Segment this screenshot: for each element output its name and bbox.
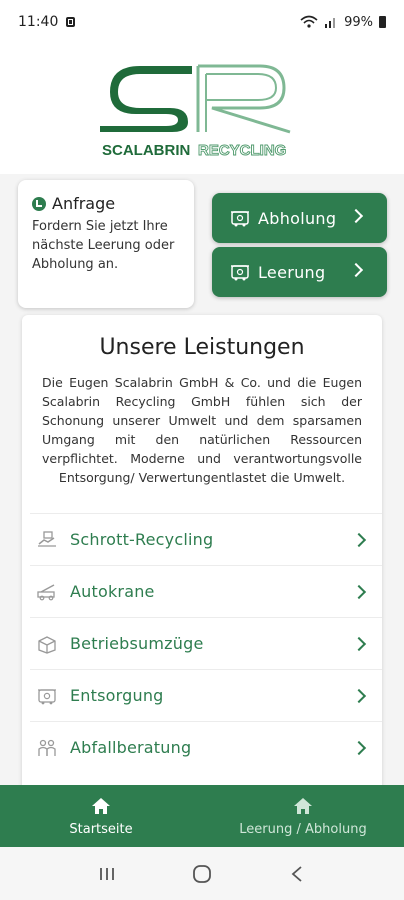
service-item-abfallberatung[interactable]: Abfallberatung	[30, 721, 382, 773]
recent-apps-icon	[100, 867, 115, 880]
app-header: SCALABRIN RECYCLING	[0, 44, 404, 174]
info-check-icon	[32, 196, 46, 211]
chevron-right-icon	[351, 740, 367, 756]
system-nav-bar	[0, 847, 404, 900]
chevron-right-icon	[348, 262, 364, 278]
services-title: Unsere Leistungen	[99, 335, 305, 360]
service-label: Autokrane	[70, 582, 155, 601]
consulting-people-icon	[38, 739, 56, 756]
company-logo: SCALABRIN RECYCLING	[100, 64, 291, 159]
chevron-right-icon	[351, 584, 367, 600]
request-card-header: Anfrage	[32, 194, 180, 213]
abholung-label: Abholung	[258, 208, 337, 228]
battery-percent: 99%	[344, 14, 373, 30]
logo-text-right: RECYCLING	[198, 142, 286, 159]
wifi-icon	[300, 15, 318, 28]
chevron-right-icon	[351, 532, 367, 548]
box-icon	[38, 635, 56, 654]
logo-text-left: SCALABRIN	[102, 142, 190, 159]
sim-icon	[66, 17, 76, 27]
request-card: Anfrage Fordern Sie jetzt Ihre nächste L…	[18, 180, 194, 308]
status-bar: 11:40 99%	[0, 0, 404, 44]
service-item-schrott-recycling[interactable]: Schrott-Recycling	[30, 513, 382, 565]
chevron-right-icon	[351, 688, 367, 704]
service-item-entsorgung[interactable]: Entsorgung	[30, 669, 382, 721]
nav-item-leerung-abholung[interactable]: Leerung / Abholung	[202, 785, 404, 847]
nav-item-startseite[interactable]: Startseite	[0, 785, 202, 847]
bin-icon	[231, 265, 249, 281]
request-card-text: Fordern Sie jetzt Ihre nächste Leerung o…	[32, 219, 175, 272]
bin-icon	[38, 688, 56, 704]
recent-apps-button[interactable]	[95, 862, 119, 886]
home-icon	[294, 797, 312, 814]
home-icon	[92, 797, 110, 814]
service-item-autokrane[interactable]: Autokrane	[30, 565, 382, 617]
home-system-button[interactable]	[190, 862, 214, 886]
crane-truck-icon	[37, 583, 55, 600]
status-left: 11:40	[18, 14, 76, 30]
abholung-button[interactable]: Abholung	[212, 193, 387, 243]
recycling-hand-icon	[38, 530, 56, 547]
leerung-button[interactable]: Leerung	[212, 247, 387, 297]
bottom-nav: Startseite Leerung / Abholung	[0, 785, 404, 847]
service-label: Betriebsumzüge	[70, 634, 204, 653]
chevron-right-icon	[351, 636, 367, 652]
nav-label: Startseite	[69, 821, 133, 837]
services-card: Unsere Leistungen Die Eugen Scalabrin Gm…	[22, 315, 382, 795]
service-label: Abfallberatung	[70, 738, 192, 757]
leerung-label: Leerung	[258, 262, 326, 282]
nav-label: Leerung / Abholung	[239, 821, 367, 837]
services-list: Schrott-Recycling Autokrane Betriebsumzü…	[30, 513, 382, 773]
bin-icon	[231, 211, 249, 227]
clock: 11:40	[18, 14, 59, 30]
service-label: Schrott-Recycling	[70, 530, 214, 549]
status-right: 99%	[300, 15, 386, 30]
request-card-title: Anfrage	[52, 194, 116, 213]
back-chevron-icon	[291, 865, 302, 882]
services-description: Die Eugen Scalabrin GmbH & Co. und die E…	[42, 375, 362, 485]
service-label: Entsorgung	[70, 686, 164, 705]
battery-icon	[379, 16, 386, 28]
signal-icon	[325, 18, 336, 28]
chevron-right-icon	[348, 208, 364, 224]
service-item-betriebsumzuege[interactable]: Betriebsumzüge	[30, 617, 382, 669]
home-circle-icon	[193, 864, 211, 883]
back-button[interactable]	[285, 862, 309, 886]
